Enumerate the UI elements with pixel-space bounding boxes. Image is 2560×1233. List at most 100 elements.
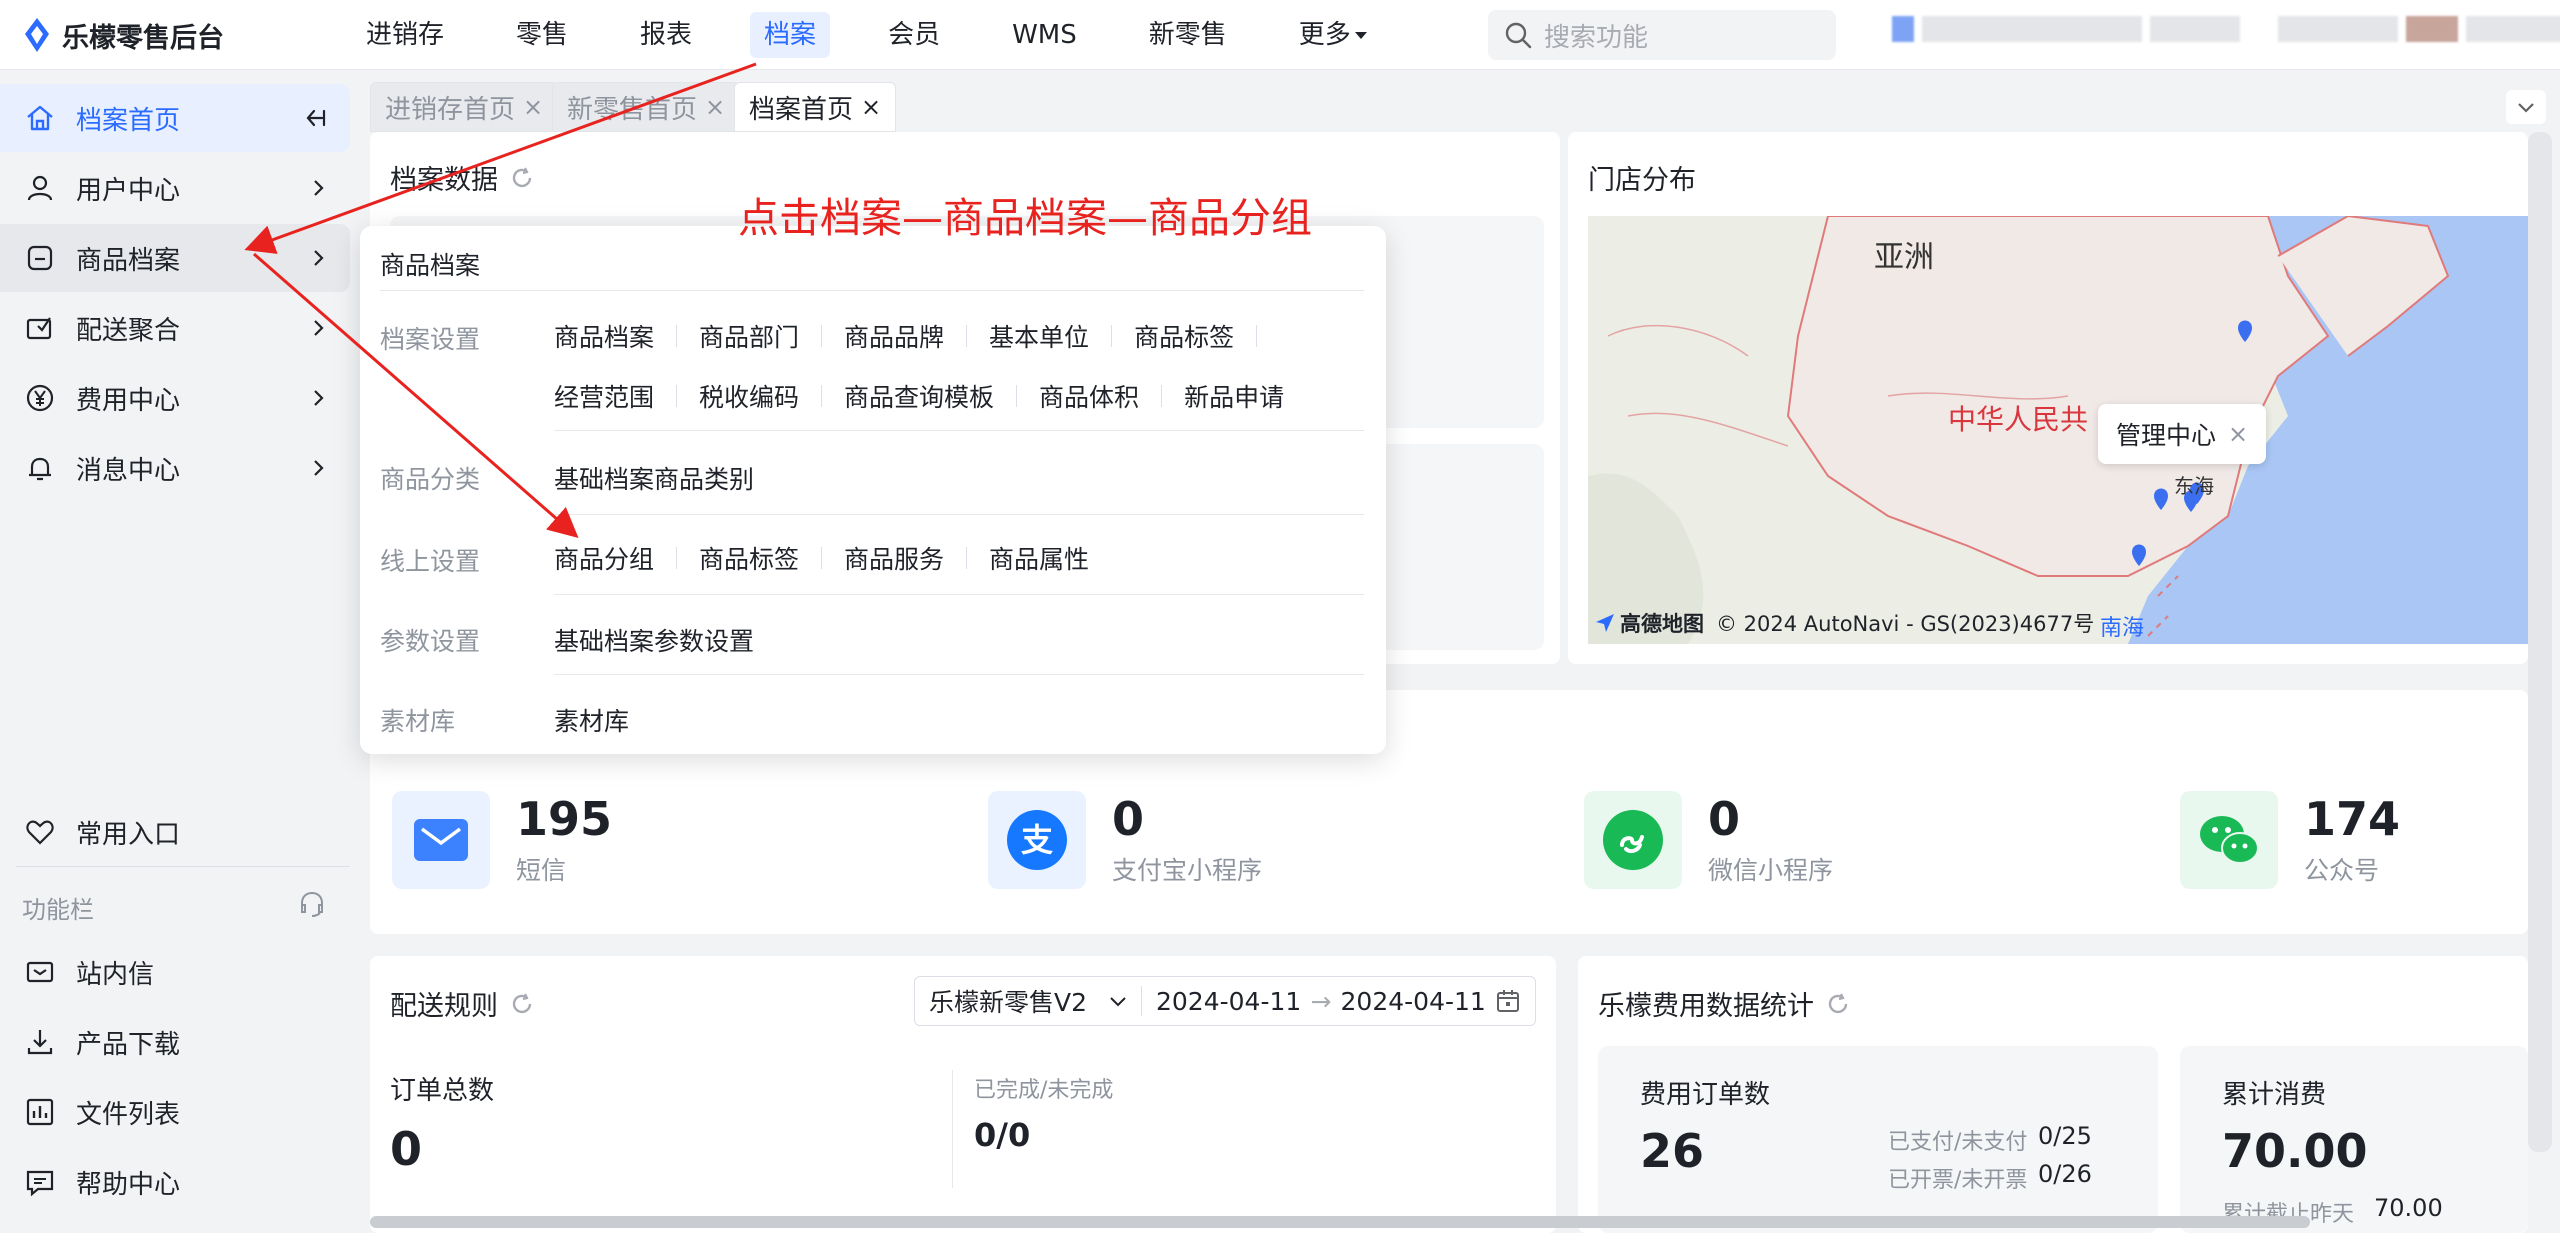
sidebar-item-user-center[interactable]: 用户中心	[0, 154, 350, 222]
stat-label: 微信小程序	[1708, 856, 1834, 885]
nav-item-wms[interactable]: WMS	[998, 12, 1091, 58]
tab-archive-home[interactable]: 档案首页 ×	[734, 82, 897, 132]
sidebar-item-common-entry[interactable]: 常用入口	[0, 798, 350, 866]
blurred-avatar	[1892, 16, 1914, 42]
mail-icon	[392, 791, 490, 889]
stat-wechat-official-account[interactable]: 174 公众号	[2180, 788, 2400, 892]
sidebar-item-delivery[interactable]: 配送聚合	[0, 294, 350, 362]
menu-title: 商品档案	[380, 251, 481, 280]
menu-item-query-template[interactable]: 商品查询模板	[844, 378, 1016, 414]
menu-item-tax-code[interactable]: 税收编码	[699, 378, 821, 414]
menu-item-product-service[interactable]: 商品服务	[844, 540, 966, 576]
bell-icon	[29, 457, 51, 481]
yen-icon	[26, 384, 54, 412]
home-icon	[27, 105, 53, 131]
nav-item-new-retail[interactable]: 新零售	[1135, 12, 1241, 58]
nav-item-reports[interactable]: 报表	[626, 12, 706, 58]
menu-item-product-tag[interactable]: 商品标签	[1134, 318, 1256, 354]
sidebar-item-expense-center[interactable]: 费用中心	[0, 364, 350, 432]
search-input[interactable]: 搜索功能	[1488, 10, 1836, 60]
headset-icon[interactable]	[296, 888, 328, 920]
tab-new-retail-home[interactable]: 新零售首页 ×	[552, 82, 741, 132]
refresh-icon[interactable]	[1826, 992, 1850, 1016]
sidebar-item-label: 配送聚合	[76, 315, 181, 346]
map-tooltip: 管理中心 ×	[2098, 404, 2267, 464]
close-icon[interactable]: ×	[523, 93, 543, 121]
sidebar-item-inbox[interactable]: 站内信	[0, 938, 350, 1006]
user-info-blurred[interactable]	[1892, 16, 2560, 42]
date-separator: →	[1310, 986, 1332, 1016]
sidebar-item-help-center[interactable]: 帮助中心	[0, 1148, 350, 1216]
refresh-icon[interactable]	[510, 166, 534, 190]
nav-item-archive[interactable]: 档案	[750, 12, 831, 58]
menu-item-product-group[interactable]: 商品分组	[554, 540, 676, 576]
nav-item-more[interactable]: 更多	[1285, 12, 1381, 58]
menu-item-product-attribute[interactable]: 商品属性	[989, 540, 1111, 576]
app-logo[interactable]: 乐檬零售后台	[22, 16, 224, 54]
chart-icon	[26, 1098, 54, 1126]
menu-item-material-library[interactable]: 素材库	[554, 702, 651, 738]
tab-inventory-home[interactable]: 进销存首页 ×	[370, 82, 559, 132]
menu-item-product-archive[interactable]: 商品档案	[554, 318, 676, 354]
date-range-picker[interactable]: 2024-04-11 → 2024-04-11	[1142, 987, 1535, 1016]
sidebar-item-file-list[interactable]: 文件列表	[0, 1078, 350, 1146]
sidebar-item-archive-home[interactable]: 档案首页	[0, 84, 350, 152]
map-label-asia: 亚洲	[1874, 240, 1934, 275]
nav-item-inventory[interactable]: 进销存	[352, 12, 458, 58]
expense-stats-header: 乐檬费用数据统计	[1598, 984, 1850, 1023]
yesterday-value: 70.00	[2374, 1194, 2443, 1222]
svg-text:支: 支	[1021, 821, 1053, 859]
mini-program-icon	[1584, 791, 1682, 889]
menu-category: 素材库	[380, 707, 456, 736]
menu-category: 商品分类	[380, 465, 481, 494]
card-title: 乐檬费用数据统计	[1598, 991, 1814, 1022]
horizontal-scrollbar[interactable]	[370, 1216, 2310, 1228]
store-select[interactable]: 乐檬新零售V2	[915, 983, 1141, 1019]
store-map[interactable]: 亚洲 中华人民共 东海	[1588, 216, 2528, 644]
stat-alipay-mini-program[interactable]: 支 0 支付宝小程序	[988, 788, 1262, 892]
delivery-icon	[26, 317, 52, 340]
collapse-sidebar-icon[interactable]	[302, 105, 328, 131]
menu-item-product-department[interactable]: 商品部门	[699, 318, 821, 354]
date-end: 2024-04-11	[1340, 986, 1486, 1016]
logo-icon	[25, 18, 49, 52]
sidebar-item-product-download[interactable]: 产品下载	[0, 1008, 350, 1076]
menu-item-parameter-settings[interactable]: 基础档案参数设置	[554, 622, 776, 658]
nav-more-label: 更多	[1298, 20, 1351, 50]
chevron-right-icon	[314, 320, 324, 336]
map-label-east-sea: 东海	[2174, 474, 2214, 498]
top-bar: 乐檬零售后台 进销存 零售 报表 档案 会员 WMS 新零售 更多 搜索功能	[0, 0, 2560, 70]
close-icon[interactable]: ×	[2228, 420, 2248, 448]
help-icon	[26, 1170, 54, 1197]
download-icon	[27, 1030, 53, 1055]
sidebar-item-label: 商品档案	[76, 245, 181, 276]
total-spend-value: 70.00	[2222, 1124, 2368, 1178]
menu-category: 线上设置	[380, 547, 481, 576]
stat-label: 短信	[516, 856, 567, 885]
menu-item-category[interactable]: 基础档案商品类别	[554, 460, 776, 496]
card-title: 门店分布	[1588, 165, 1696, 196]
vertical-scrollbar[interactable]	[2528, 132, 2552, 1152]
user-icon	[27, 175, 53, 201]
menu-item-business-scope[interactable]: 经营范围	[554, 378, 676, 414]
map-provider-name: 高德地图	[1620, 612, 1704, 636]
order-total-label: 订单总数	[390, 1076, 495, 1106]
menu-item-new-product-request[interactable]: 新品申请	[1184, 378, 1306, 414]
menu-item-basic-unit[interactable]: 基本单位	[989, 318, 1111, 354]
menu-item-product-brand[interactable]: 商品品牌	[844, 318, 966, 354]
tabs-dropdown-button[interactable]	[2506, 90, 2546, 124]
menu-item-product-volume[interactable]: 商品体积	[1039, 378, 1161, 414]
stat-sms[interactable]: 195 短信	[392, 788, 612, 892]
stat-wechat-mini-program[interactable]: 0 微信小程序	[1584, 788, 1833, 892]
menu-item-online-tag[interactable]: 商品标签	[699, 540, 821, 576]
sidebar-item-label: 费用中心	[76, 385, 181, 416]
nav-item-retail[interactable]: 零售	[502, 12, 582, 58]
chevron-right-icon	[314, 460, 324, 476]
refresh-icon[interactable]	[510, 992, 534, 1016]
nav-item-members[interactable]: 会员	[874, 12, 954, 58]
close-icon[interactable]: ×	[861, 93, 881, 121]
heart-icon	[26, 820, 54, 845]
close-icon[interactable]: ×	[705, 93, 725, 121]
sidebar-item-message-center[interactable]: 消息中心	[0, 434, 350, 502]
sidebar-item-product-archive[interactable]: 商品档案	[0, 224, 350, 292]
